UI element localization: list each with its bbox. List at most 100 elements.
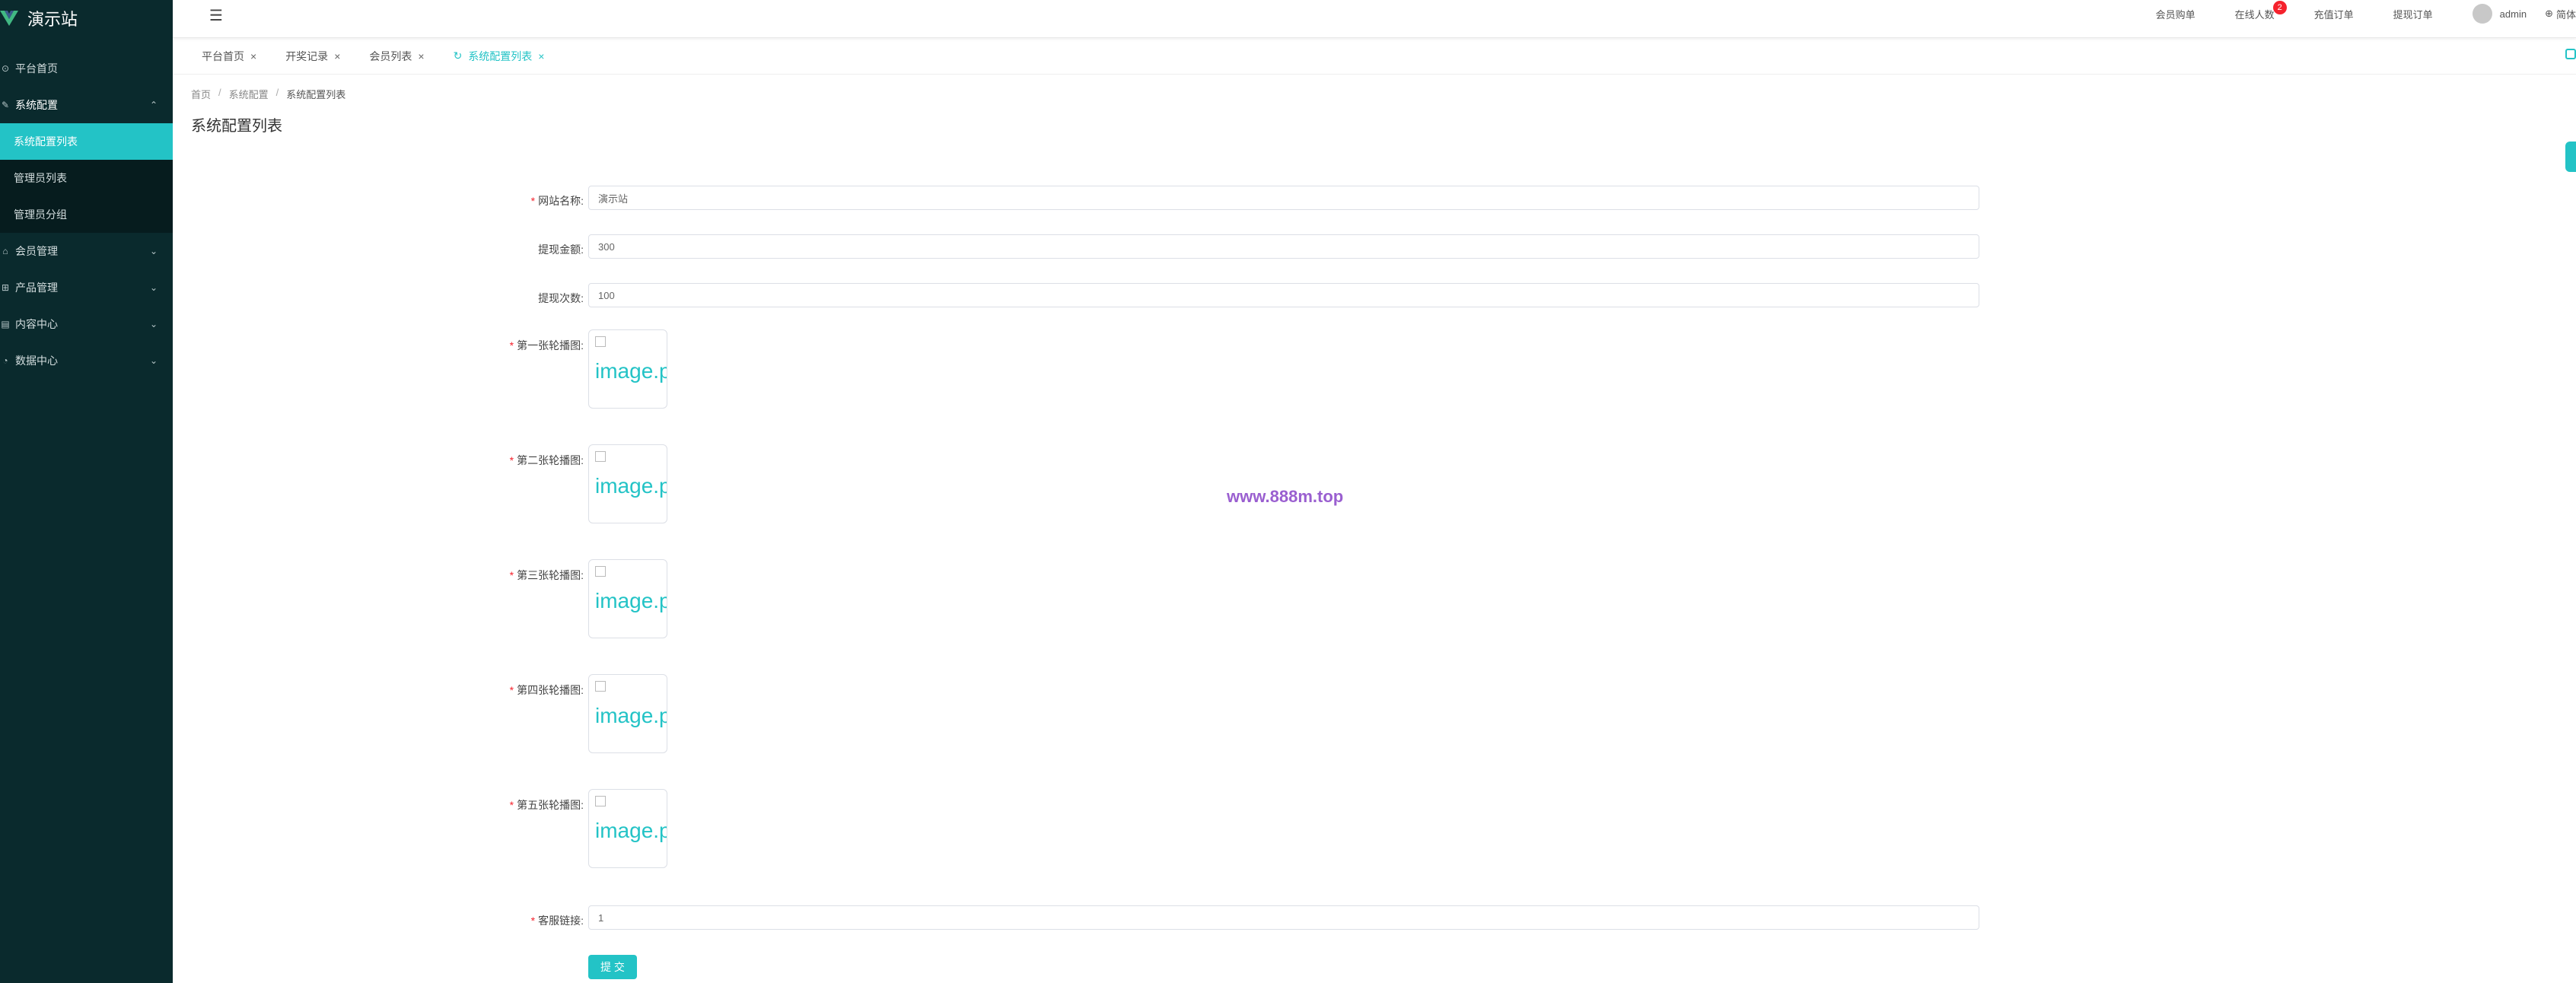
withdraw-amount-label: 提现金额: xyxy=(538,243,584,256)
banner-2-uploader[interactable]: image.p xyxy=(588,444,667,523)
site-title: 演示站 xyxy=(27,10,78,29)
chevron-down-icon: ⌄ xyxy=(149,355,158,366)
image-alt-text: image.p xyxy=(595,704,667,727)
broken-image-icon xyxy=(595,336,606,347)
lock-icon[interactable] xyxy=(2565,49,2576,59)
online-users-link[interactable]: 在线人数 2 xyxy=(2234,0,2287,21)
banner-4-uploader[interactable]: image.p xyxy=(588,674,667,753)
sidebar-item-data[interactable]: ◔ 数据中心 ⌄ xyxy=(0,342,173,379)
tab-lottery-records[interactable]: 开奖记录 × xyxy=(275,44,351,68)
avatar[interactable] xyxy=(2472,4,2492,24)
site-name-label: * 网站名称: xyxy=(530,195,584,207)
edit-icon: ✎ xyxy=(1,100,10,110)
image-alt-text: image.p xyxy=(595,589,667,612)
required-mark: * xyxy=(530,915,536,927)
tab-label: 开奖记录 xyxy=(285,49,329,62)
submenu-system-config: 系统配置列表 管理员列表 管理员分组 xyxy=(0,123,173,233)
banner-1-uploader[interactable]: image.p xyxy=(588,329,667,409)
withdraw-amount-input[interactable]: 300 xyxy=(588,234,1979,259)
main-area: ☰ 会员购单 在线人数 2 充值订单 提现订单 admin ⊕ 简体 平台首页 … xyxy=(173,0,2576,983)
required-mark: * xyxy=(509,454,514,466)
required-mark: * xyxy=(509,799,514,811)
sidebar-subitem-admin-list[interactable]: 管理员列表 xyxy=(0,160,173,196)
site-name-input[interactable]: 演示站 xyxy=(588,186,1979,210)
logo-icon xyxy=(0,11,18,26)
banner-5-uploader[interactable]: image.p xyxy=(588,789,667,868)
chevron-down-icon: ⌄ xyxy=(149,282,158,293)
tab-system-config-list[interactable]: ↻ 系统配置列表 × xyxy=(443,44,556,68)
sidebar-item-member[interactable]: ⌂ 会员管理 ⌄ xyxy=(0,233,173,269)
required-mark: * xyxy=(530,195,536,207)
sidebar-item-label: 数据中心 xyxy=(15,355,58,367)
menu-collapse-icon[interactable]: ☰ xyxy=(209,6,223,25)
chevron-down-icon: ⌄ xyxy=(149,319,158,329)
sidebar: 演示站 ⊙ 平台首页 ✎ 系统配置 ⌃ 系统配置列表 管理员列表 管理员分组 ⌂… xyxy=(0,0,173,983)
sidebar-item-label: 产品管理 xyxy=(15,282,58,294)
image-alt-text: image.p xyxy=(595,474,667,498)
chevron-down-icon: ⌄ xyxy=(149,246,158,256)
sidebar-item-label: 内容中心 xyxy=(15,318,58,330)
language-switch[interactable]: ⊕ 简体 xyxy=(2545,7,2576,21)
service-link-input[interactable]: 1 xyxy=(588,905,1979,930)
recharge-order-link[interactable]: 充值订单 xyxy=(2314,7,2354,21)
breadcrumb-home[interactable]: 首页 xyxy=(191,87,211,101)
tab-home[interactable]: 平台首页 × xyxy=(191,44,267,68)
sidebar-item-system-config[interactable]: ✎ 系统配置 ⌃ xyxy=(0,87,173,123)
watermark: www.888m.top xyxy=(1227,487,1344,506)
withdraw-times-label: 提现次数: xyxy=(538,292,584,304)
sidebar-item-product[interactable]: ⊞ 产品管理 ⌄ xyxy=(0,269,173,306)
close-icon[interactable]: × xyxy=(418,50,424,62)
tab-member-list[interactable]: 会员列表 × xyxy=(358,44,435,68)
username[interactable]: admin xyxy=(2500,8,2527,20)
top-right-links: 会员购单 在线人数 2 充值订单 提现订单 admin ⊕ 简体 xyxy=(2156,0,2576,27)
broken-image-icon xyxy=(595,796,606,806)
sidebar-subitem-admin-group[interactable]: 管理员分组 xyxy=(0,196,173,233)
sidebar-item-content[interactable]: ▤ 内容中心 ⌄ xyxy=(0,306,173,342)
banner-4-label: * 第四张轮播图: xyxy=(509,684,584,696)
close-icon[interactable]: × xyxy=(250,50,256,62)
image-alt-text: image.p xyxy=(595,819,667,842)
sidebar-item-home[interactable]: ⊙ 平台首页 xyxy=(0,50,173,87)
globe-icon: ⊕ xyxy=(2545,8,2553,19)
sidebar-item-label: 会员管理 xyxy=(15,245,58,257)
online-users-label: 在线人数 xyxy=(2234,8,2275,21)
banner-3-label: * 第三张轮播图: xyxy=(509,569,584,581)
member-order-link[interactable]: 会员购单 xyxy=(2156,7,2195,21)
sidebar-subitem-config-list[interactable]: 系统配置列表 xyxy=(0,123,173,160)
logo: 演示站 xyxy=(0,0,173,37)
broken-image-icon xyxy=(595,451,606,462)
service-link-label: * 客服链接: xyxy=(530,915,584,927)
broken-image-icon xyxy=(595,681,606,692)
breadcrumb-separator: / xyxy=(218,87,221,98)
submit-button[interactable]: 提 交 xyxy=(588,955,637,979)
refresh-icon[interactable]: ↻ xyxy=(454,49,463,62)
sidebar-menu: ⊙ 平台首页 ✎ 系统配置 ⌃ 系统配置列表 管理员列表 管理员分组 ⌂ 会员管… xyxy=(0,50,173,379)
close-icon[interactable]: × xyxy=(334,50,340,62)
banner-2-label: * 第二张轮播图: xyxy=(509,454,584,466)
document-icon: ▤ xyxy=(1,319,10,329)
top-navbar: ☰ 会员购单 在线人数 2 充值订单 提现订单 admin ⊕ 简体 xyxy=(173,0,2576,38)
withdraw-order-link[interactable]: 提现订单 xyxy=(2393,7,2433,21)
close-icon[interactable]: × xyxy=(538,50,544,62)
banner-5-label: * 第五张轮播图: xyxy=(509,799,584,811)
online-users-badge: 2 xyxy=(2272,0,2287,14)
grid-icon: ⊞ xyxy=(1,282,10,293)
withdraw-times-input[interactable]: 100 xyxy=(588,283,1979,307)
breadcrumb-separator: / xyxy=(275,87,279,98)
home-icon: ⊙ xyxy=(1,63,10,74)
breadcrumb: 首页 / 系统配置 / 系统配置列表 xyxy=(191,87,2576,101)
required-mark: * xyxy=(509,684,514,696)
sidebar-item-label: 系统配置 xyxy=(15,99,58,111)
tab-label: 系统配置列表 xyxy=(468,49,533,62)
page-title: 系统配置列表 xyxy=(191,118,282,135)
language-label: 简体 xyxy=(2555,8,2576,21)
broken-image-icon xyxy=(595,566,606,577)
required-mark: * xyxy=(509,569,514,581)
tags-view: 平台首页 × 开奖记录 × 会员列表 × ↻ 系统配置列表 × xyxy=(173,38,2576,75)
breadcrumb-system-config[interactable]: 系统配置 xyxy=(229,87,269,101)
chart-icon: ◔ xyxy=(2,355,8,366)
banner-3-uploader[interactable]: image.p xyxy=(588,559,667,638)
sidebar-item-label: 平台首页 xyxy=(15,62,58,75)
settings-drawer-handle[interactable] xyxy=(2565,142,2576,172)
breadcrumb-current: 系统配置列表 xyxy=(286,89,346,100)
